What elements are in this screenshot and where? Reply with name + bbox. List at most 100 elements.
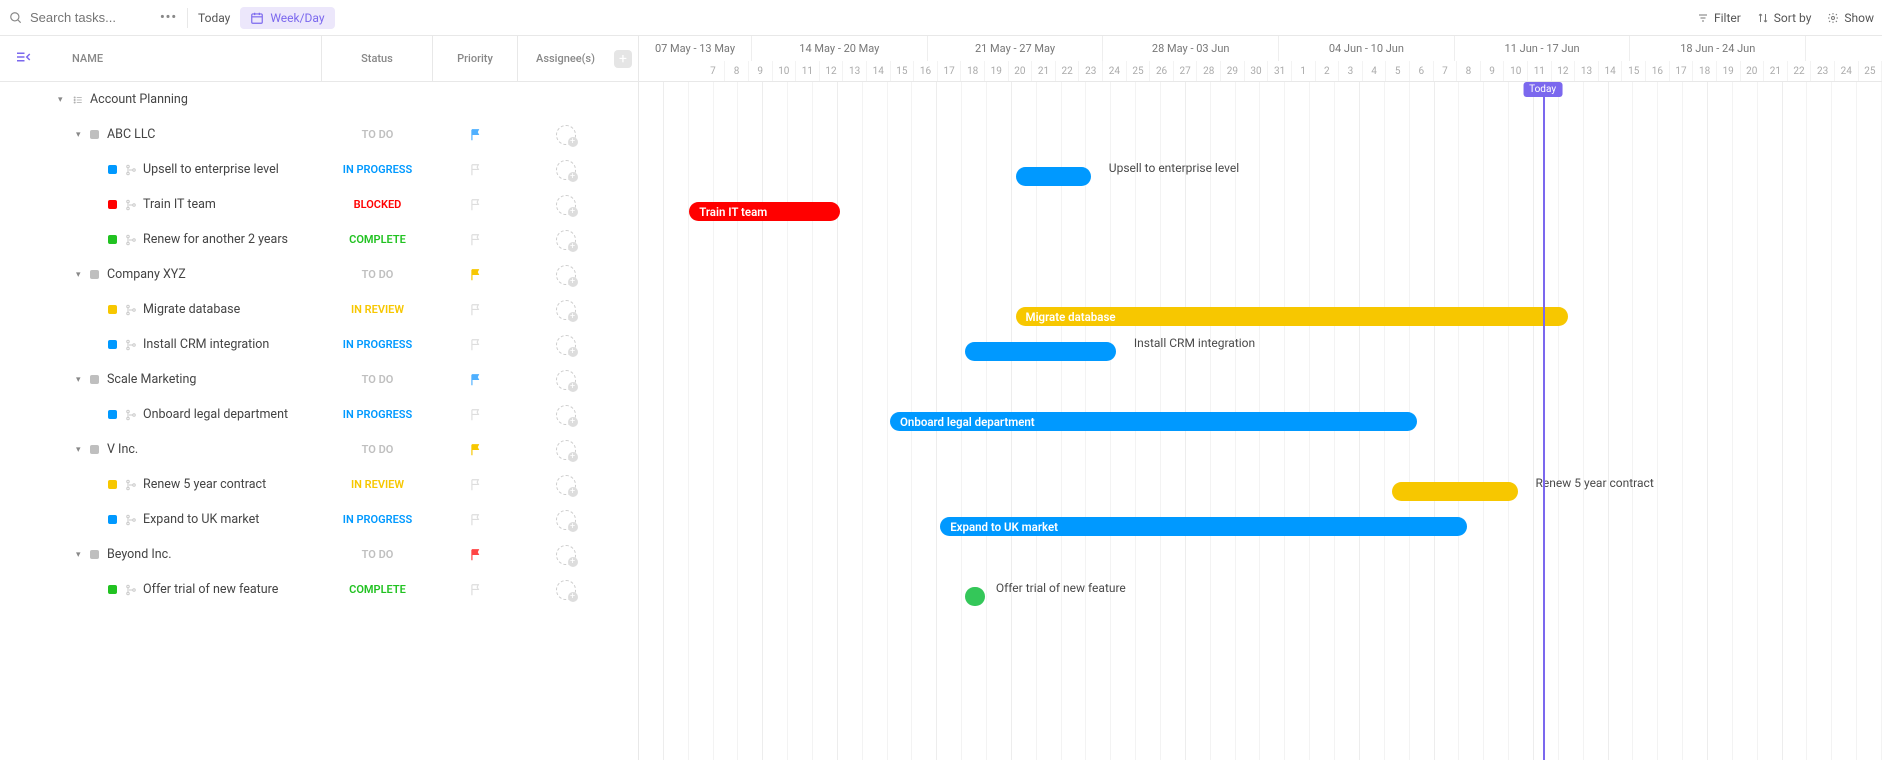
group-row[interactable]: ▾Beyond Inc.TO DO [0,537,638,572]
status-cell[interactable]: IN REVIEW [322,478,433,491]
assignee-cell[interactable] [518,370,613,390]
more-options-button[interactable]: ••• [160,10,177,25]
assignee-placeholder-icon[interactable] [556,195,576,215]
assignee-placeholder-icon[interactable] [556,370,576,390]
gantt-body[interactable]: Upsell to enterprise levelTrain IT teamM… [639,82,1882,760]
assignee-placeholder-icon[interactable] [556,475,576,495]
status-cell[interactable]: COMPLETE [322,233,433,246]
filter-button[interactable]: Filter [1697,11,1741,25]
task-row[interactable]: Offer trial of new featureCOMPLETE [0,572,638,607]
gantt-bar[interactable] [1016,167,1091,186]
column-header-status[interactable]: Status [322,36,433,81]
caret-icon[interactable]: ▾ [76,445,86,455]
priority-cell[interactable] [433,163,518,177]
assignee-placeholder-icon[interactable] [556,440,576,460]
status-cell[interactable]: TO DO [322,373,433,386]
assignee-placeholder-icon[interactable] [556,265,576,285]
today-button[interactable]: Today [198,11,230,25]
status-cell[interactable]: TO DO [322,548,433,561]
status-cell[interactable]: COMPLETE [322,583,433,596]
priority-cell[interactable] [433,513,518,527]
group-row[interactable]: ▾Account Planning [0,82,638,117]
group-row[interactable]: ▾Company XYZTO DO [0,257,638,292]
status-cell[interactable]: TO DO [322,128,433,141]
assignee-placeholder-icon[interactable] [556,405,576,425]
status-cell[interactable]: IN PROGRESS [322,408,433,421]
assignee-cell[interactable] [518,510,613,530]
assignee-cell[interactable] [518,475,613,495]
caret-icon[interactable]: ▾ [76,375,86,385]
gantt-bar[interactable] [965,587,985,606]
priority-cell[interactable] [433,268,518,282]
status-cell[interactable]: BLOCKED [322,198,433,211]
priority-cell[interactable] [433,408,518,422]
assignee-cell[interactable] [518,405,613,425]
gantt-bar[interactable] [965,342,1116,361]
task-row[interactable]: Migrate databaseIN REVIEW [0,292,638,327]
assignee-placeholder-icon[interactable] [556,125,576,145]
status-cell[interactable]: IN PROGRESS [322,513,433,526]
assignee-placeholder-icon[interactable] [556,335,576,355]
task-row[interactable]: Expand to UK marketIN PROGRESS [0,502,638,537]
assignee-cell[interactable] [518,265,613,285]
task-row[interactable]: Renew 5 year contractIN REVIEW [0,467,638,502]
task-row[interactable]: Onboard legal departmentIN PROGRESS [0,397,638,432]
search-box[interactable] [8,10,150,26]
search-input[interactable] [30,10,150,25]
assignee-cell[interactable] [518,230,613,250]
gantt-bar[interactable] [1392,482,1518,501]
show-button[interactable]: Show [1827,11,1874,25]
priority-cell[interactable] [433,478,518,492]
gantt-bar[interactable]: Expand to UK market [940,517,1467,536]
group-row[interactable]: ▾V Inc.TO DO [0,432,638,467]
status-cell[interactable]: IN REVIEW [322,303,433,316]
priority-cell[interactable] [433,233,518,247]
add-column-button[interactable]: + [614,50,632,68]
task-row[interactable]: Upsell to enterprise levelIN PROGRESS [0,152,638,187]
assignee-placeholder-icon[interactable] [556,300,576,320]
task-row[interactable]: Install CRM integrationIN PROGRESS [0,327,638,362]
caret-icon[interactable]: ▾ [76,130,86,140]
group-row[interactable]: ▾Scale MarketingTO DO [0,362,638,397]
collapse-sidebar-button[interactable] [14,48,32,66]
caret-icon[interactable]: ▾ [58,95,68,105]
sortby-button[interactable]: Sort by [1757,11,1812,25]
column-header-assignee[interactable]: Assignee(s) [518,36,613,81]
priority-cell[interactable] [433,198,518,212]
priority-cell[interactable] [433,303,518,317]
gantt-bar[interactable]: Train IT team [689,202,840,221]
gantt-bar[interactable]: Migrate database [1016,307,1568,326]
column-header-name[interactable]: NAME [0,36,322,81]
assignee-cell[interactable] [518,580,613,600]
task-row[interactable]: Renew for another 2 yearsCOMPLETE [0,222,638,257]
priority-cell[interactable] [433,338,518,352]
assignee-cell[interactable] [518,335,613,355]
priority-cell[interactable] [433,443,518,457]
task-row[interactable]: Train IT teamBLOCKED [0,187,638,222]
column-header-priority[interactable]: Priority [433,36,518,81]
assignee-cell[interactable] [518,440,613,460]
assignee-cell[interactable] [518,195,613,215]
assignee-placeholder-icon[interactable] [556,580,576,600]
gantt-bar[interactable]: Onboard legal department [890,412,1417,431]
priority-cell[interactable] [433,583,518,597]
caret-icon[interactable]: ▾ [76,270,86,280]
status-cell[interactable]: IN PROGRESS [322,163,433,176]
assignee-cell[interactable] [518,545,613,565]
assignee-cell[interactable] [518,160,613,180]
assignee-placeholder-icon[interactable] [556,510,576,530]
priority-cell[interactable] [433,128,518,142]
group-row[interactable]: ▾ABC LLCTO DO [0,117,638,152]
priority-cell[interactable] [433,373,518,387]
assignee-placeholder-icon[interactable] [556,545,576,565]
priority-cell[interactable] [433,548,518,562]
assignee-cell[interactable] [518,300,613,320]
assignee-placeholder-icon[interactable] [556,230,576,250]
assignee-cell[interactable] [518,125,613,145]
status-cell[interactable]: TO DO [322,268,433,281]
status-cell[interactable]: TO DO [322,443,433,456]
status-cell[interactable]: IN PROGRESS [322,338,433,351]
assignee-placeholder-icon[interactable] [556,160,576,180]
caret-icon[interactable]: ▾ [76,550,86,560]
view-selector[interactable]: Week/Day [240,7,334,29]
